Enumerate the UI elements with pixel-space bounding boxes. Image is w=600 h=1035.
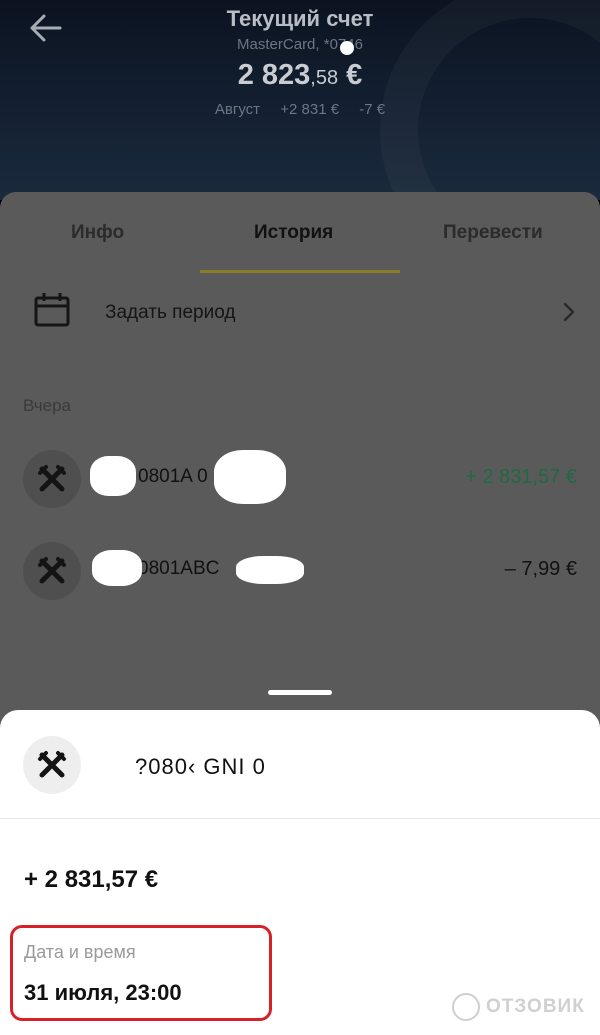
transaction-name: 0801ABC xyxy=(138,558,220,579)
date-time-value: 31 июля, 23:00 xyxy=(24,980,182,1005)
month-label: Август xyxy=(214,101,261,118)
date-time-label: Дата и время xyxy=(24,942,136,962)
tab-history[interactable]: История xyxy=(254,222,333,244)
section-yesterday: Вчера xyxy=(23,396,71,415)
tab-info[interactable]: Инфо xyxy=(71,222,124,244)
account-title: Текущий счет xyxy=(226,6,374,31)
chevron-right-icon xyxy=(563,302,575,322)
redaction-blot xyxy=(236,556,304,584)
transaction-row[interactable]: 0801A 0 + 2 831,57 € xyxy=(0,450,600,510)
set-period-row[interactable]: Задать период xyxy=(0,287,600,342)
tab-bar: Инфо История Перевести xyxy=(0,192,600,273)
detail-amount: + 2 831,57 € xyxy=(24,866,159,893)
transaction-amount: – 7,99 € xyxy=(504,558,577,580)
month-summary: Август +2 831 € -7 € xyxy=(0,101,600,118)
crossed-tools-icon xyxy=(38,465,66,492)
account-header: Текущий счет MasterCard, *0746 2 823,58 … xyxy=(0,0,600,200)
set-period-label: Задать период xyxy=(105,302,236,323)
highlight-frame xyxy=(10,925,272,1021)
transaction-row[interactable]: 0801ABC – 7,99 € xyxy=(0,542,600,602)
balance-currency: € xyxy=(338,59,363,91)
redaction-blot xyxy=(92,550,142,586)
calendar-icon xyxy=(34,293,70,327)
merchant-avatar xyxy=(23,542,81,600)
account-balance: 2 823,58 € xyxy=(0,59,600,92)
redaction-blot xyxy=(90,456,136,496)
transaction-detail-card: ?080‹ GNI 0 + 2 831,57 € Дата и время 31… xyxy=(0,710,600,1035)
merchant-avatar xyxy=(23,736,81,794)
watermark-text: ОТЗОВИК xyxy=(486,996,585,1017)
active-tab-indicator xyxy=(200,270,400,273)
merchant-avatar xyxy=(23,450,81,508)
crossed-tools-icon xyxy=(38,751,66,778)
watermark-logo-icon xyxy=(452,993,480,1021)
otzovik-watermark: ОТЗОВИК xyxy=(452,992,592,1024)
card-number: MasterCard, *0746 xyxy=(237,36,363,53)
transaction-name: 0801A 0 xyxy=(138,466,208,487)
redaction-dot xyxy=(340,41,354,55)
balance-main: 2 823 xyxy=(237,59,311,91)
transaction-amount: + 2 831,57 € xyxy=(465,466,577,488)
divider xyxy=(0,818,600,819)
crossed-tools-icon xyxy=(38,557,66,584)
month-expense: -7 € xyxy=(359,101,386,118)
tab-transfer[interactable]: Перевести xyxy=(443,222,543,244)
month-income: +2 831 € xyxy=(280,101,340,118)
drag-handle[interactable] xyxy=(268,690,332,695)
redaction-blot xyxy=(214,450,286,504)
balance-cents: ,58 xyxy=(310,67,339,89)
detail-merchant-name: ?080‹ GNI 0 xyxy=(135,754,266,779)
